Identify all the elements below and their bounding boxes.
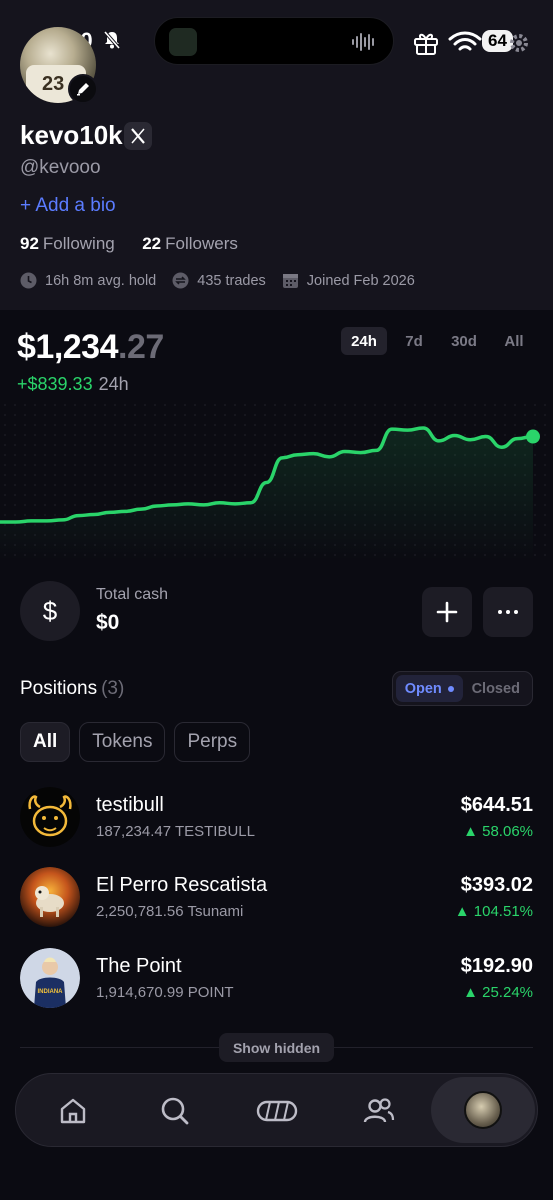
home-icon[interactable] bbox=[48, 1086, 98, 1136]
more-options-button[interactable] bbox=[483, 587, 533, 637]
profile-handle: @kevooo bbox=[20, 157, 101, 178]
position-value: $644.51 bbox=[460, 794, 533, 816]
filter-all[interactable]: All bbox=[20, 722, 71, 762]
position-value: $192.90 bbox=[460, 955, 533, 977]
users-icon[interactable] bbox=[354, 1086, 404, 1136]
position-name: El Perro Rescatista bbox=[96, 874, 268, 896]
chart-endpoint bbox=[526, 429, 540, 444]
pencil-icon bbox=[77, 83, 89, 96]
position-row[interactable]: El Perro Rescatista 2,250,781.56 Tsunami… bbox=[20, 867, 533, 929]
range-all[interactable]: All bbox=[491, 327, 537, 355]
gear-icon[interactable] bbox=[508, 32, 530, 54]
position-quantity: 1,914,670.99 POINT bbox=[96, 984, 234, 1001]
tab-profile[interactable] bbox=[431, 1077, 535, 1143]
plus-icon bbox=[436, 601, 458, 623]
portfolio-value-main: $1,234 bbox=[17, 328, 119, 366]
joined-date: Joined Feb 2026 bbox=[306, 272, 415, 289]
position-name: The Point bbox=[96, 955, 182, 977]
bottom-nav bbox=[15, 1073, 538, 1147]
app-icon bbox=[169, 28, 197, 56]
profile-username: kevo10k bbox=[20, 120, 123, 150]
position-quantity: 187,234.47 TESTIBULL bbox=[96, 823, 255, 840]
swap-icon bbox=[172, 272, 189, 289]
gift-icon[interactable] bbox=[412, 30, 440, 56]
pnl-amount: +$839.33 bbox=[17, 374, 93, 394]
position-quantity: 2,250,781.56 Tsunami bbox=[96, 903, 244, 920]
toggle-open-label: Open bbox=[404, 680, 442, 697]
range-30d[interactable]: 30d bbox=[441, 327, 487, 355]
filter-tokens[interactable]: Tokens bbox=[79, 722, 166, 762]
position-change: ▲ 104.51% bbox=[454, 903, 533, 920]
pnl-period: 24h bbox=[98, 374, 129, 394]
dollar-icon: $ bbox=[20, 581, 80, 641]
toggle-closed-label: Closed bbox=[471, 680, 520, 697]
portfolio-value-cents: .27 bbox=[118, 328, 164, 366]
filter-perps[interactable]: Perps bbox=[174, 722, 251, 762]
positions-label: Positions bbox=[20, 678, 98, 699]
profile-avatar-small bbox=[464, 1091, 502, 1129]
position-row[interactable]: testibull 187,234.47 TESTIBULL $644.51 ▲… bbox=[20, 787, 533, 849]
add-cash-button[interactable] bbox=[422, 587, 472, 637]
following-count[interactable]: 92 bbox=[20, 234, 39, 253]
range-24h[interactable]: 24h bbox=[341, 327, 387, 355]
position-value: $393.02 bbox=[460, 874, 533, 896]
toggle-open[interactable]: Open bbox=[396, 675, 463, 702]
positions-title: Positions (3) bbox=[20, 678, 124, 700]
add-bio-link[interactable]: + Add a bio bbox=[20, 195, 116, 217]
edit-avatar-button[interactable] bbox=[68, 74, 98, 104]
clock-icon bbox=[20, 272, 37, 289]
follow-stats: 92 Following 22 Followers bbox=[20, 234, 238, 254]
pill-icon[interactable] bbox=[252, 1086, 302, 1136]
dynamic-island bbox=[154, 17, 394, 65]
total-cash-value: $0 bbox=[96, 611, 120, 634]
portfolio-chart bbox=[0, 400, 553, 560]
testibull-token-icon bbox=[20, 787, 80, 847]
positions-count: (3) bbox=[101, 678, 125, 699]
position-change: ▲ 58.06% bbox=[463, 823, 533, 840]
position-filters: All Tokens Perps bbox=[20, 722, 259, 762]
position-name: testibull bbox=[96, 794, 164, 816]
wifi-icon bbox=[448, 31, 482, 51]
position-row[interactable]: INDIANA The Point 1,914,670.99 POINT $19… bbox=[20, 948, 533, 1010]
followers-label[interactable]: Followers bbox=[165, 234, 238, 253]
total-cash-label: Total cash bbox=[96, 586, 169, 603]
toggle-closed[interactable]: Closed bbox=[463, 675, 530, 702]
time-range-selector: 24h 7d 30d All bbox=[337, 327, 537, 355]
calendar-icon bbox=[282, 274, 298, 288]
svg-text:INDIANA: INDIANA bbox=[38, 989, 64, 995]
bell-off-icon bbox=[103, 30, 121, 50]
profile-stats: 16h 8m avg. hold 435 trades Joined Feb 2… bbox=[20, 272, 431, 289]
avg-hold: 16h 8m avg. hold bbox=[45, 272, 157, 289]
trade-count: 435 trades bbox=[197, 272, 266, 289]
more-icon bbox=[498, 610, 518, 614]
position-change: ▲ 25.24% bbox=[463, 984, 533, 1001]
avatar-jersey-number: 23 bbox=[42, 73, 65, 95]
search-icon[interactable] bbox=[150, 1086, 200, 1136]
the-point-token-icon: INDIANA bbox=[20, 948, 80, 1008]
portfolio-pnl: +$839.33 24h bbox=[17, 374, 129, 395]
x-logo-icon[interactable] bbox=[124, 122, 152, 150]
active-dot bbox=[447, 685, 454, 692]
audio-wave-icon bbox=[352, 33, 374, 51]
range-7d[interactable]: 7d bbox=[391, 327, 437, 355]
el-perro-token-icon bbox=[20, 867, 80, 927]
show-hidden-button[interactable]: Show hidden bbox=[219, 1033, 334, 1062]
followers-count[interactable]: 22 bbox=[142, 234, 161, 253]
following-label[interactable]: Following bbox=[43, 234, 115, 253]
portfolio-value: $1,234.27 bbox=[17, 328, 164, 367]
open-closed-toggle: Open Closed bbox=[392, 671, 533, 706]
